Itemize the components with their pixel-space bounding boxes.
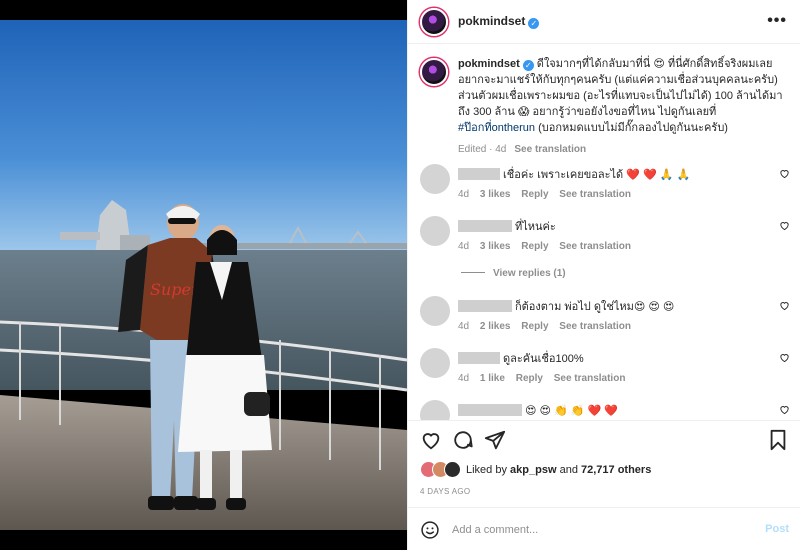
commenter-username-redacted[interactable]: [458, 352, 500, 364]
comment-bubble-icon[interactable]: [452, 429, 474, 451]
liker-avatar[interactable]: [444, 461, 461, 478]
commenter-username-redacted[interactable]: [458, 168, 500, 180]
commenter-username-redacted[interactable]: [458, 300, 512, 312]
commenter-avatar[interactable]: [420, 400, 450, 420]
caption-line-2: อยากจะมาแชร์ให้กับทุกๆคนครับ (แต่แค่ความ…: [458, 74, 778, 86]
likes-prefix: Liked by: [466, 464, 507, 476]
commenter-avatar[interactable]: [420, 216, 450, 246]
comment-text: ดูละคันเชื่อ100%: [503, 353, 584, 365]
verified-badge-icon: ✓: [522, 60, 534, 71]
caption-hashtag-link[interactable]: #ป๊อกที่ontherun: [458, 122, 535, 134]
caption-username[interactable]: pokmindset: [458, 58, 520, 70]
comment-see-translation-link[interactable]: See translation: [559, 241, 631, 252]
emoji-smiley-icon[interactable]: [420, 520, 440, 540]
comment-see-translation-link[interactable]: See translation: [559, 189, 631, 200]
comment-reply-button[interactable]: Reply: [521, 321, 548, 332]
comment-age: 4d: [458, 189, 470, 200]
commenter-username-redacted[interactable]: [458, 404, 522, 416]
commenter-avatar[interactable]: [420, 348, 450, 378]
comment-age: 4d: [458, 321, 470, 332]
verified-badge-icon: ✓: [528, 18, 540, 29]
add-comment-bar: Post: [408, 507, 800, 550]
author-username-wrap[interactable]: pokmindset ✓: [458, 14, 540, 29]
commenter-username-redacted[interactable]: [458, 220, 512, 232]
add-comment-input[interactable]: [452, 519, 752, 541]
svg-text:Super: Super: [150, 280, 200, 299]
caption-see-translation-link[interactable]: See translation: [514, 144, 586, 155]
likes-others-link[interactable]: 72,717 others: [581, 464, 651, 476]
more-options-button[interactable]: •••: [767, 12, 787, 30]
comment-text: ก็ต้องตาม พ่อไป ดูใช่ไหม😍 😍 😍: [515, 301, 675, 313]
comment-likes-link[interactable]: 3 likes: [480, 189, 511, 200]
comment-likes-link[interactable]: 3 likes: [480, 241, 511, 252]
post-comment-button[interactable]: Post: [765, 523, 789, 535]
comment-like-heart-icon[interactable]: [779, 404, 790, 415]
comment-body: ดูละคันเชื่อ100% 4d 1 like Reply See tra…: [458, 352, 758, 386]
comment-reply-button[interactable]: Reply: [521, 241, 548, 252]
comments-scroll-area[interactable]: pokmindset ✓ ดีใจมากๆที่ได้กลับมาที่นี่ 😍…: [408, 44, 800, 420]
comment-likes-link[interactable]: 1 like: [480, 373, 505, 384]
comment-age: 4d: [458, 241, 470, 252]
caption-line-4: ถึง 300 ล้าน 😱 อยากรู้ว่าขอยังไงขอที่ไหน…: [458, 106, 717, 118]
comment-like-heart-icon[interactable]: [779, 352, 790, 363]
comment-body: 😍 😍 👏 👏 ❤️ ❤️: [458, 404, 758, 418]
comment-likes-link[interactable]: 2 likes: [480, 321, 511, 332]
comment-age: 4d: [458, 373, 470, 384]
comment-reply-button[interactable]: Reply: [516, 373, 543, 384]
caption-body: pokmindset ✓ ดีใจมากๆที่ได้กลับมาที่นี่ 😍…: [458, 56, 783, 158]
post-actions-bar: [408, 420, 800, 456]
comment-see-translation-link[interactable]: See translation: [554, 373, 626, 384]
likes-and: and: [559, 464, 578, 476]
view-replies-divider: [461, 272, 485, 273]
comment-like-heart-icon[interactable]: [779, 168, 790, 179]
comment-body: เชื่อค่ะ เพราะเคยขอละได้ ❤️ ❤️ 🙏 🙏 4d 3 …: [458, 168, 758, 202]
commenter-avatar[interactable]: [420, 296, 450, 326]
comment-see-translation-link[interactable]: See translation: [559, 321, 631, 332]
commenter-avatar[interactable]: [420, 164, 450, 194]
share-send-icon[interactable]: [484, 429, 506, 451]
author-username[interactable]: pokmindset: [458, 14, 525, 28]
caption-edited-time: Edited · 4d: [458, 144, 507, 155]
comment-body: ก็ต้องตาม พ่อไป ดูใช่ไหม😍 😍 😍 4d 2 likes…: [458, 300, 758, 334]
likes-user-link[interactable]: akp_psw: [510, 464, 556, 476]
likes-summary: Liked by akp_psw and 72,717 others: [420, 460, 790, 480]
post-header: pokmindset ✓ •••: [408, 0, 800, 44]
save-bookmark-icon[interactable]: [767, 429, 789, 451]
caption-line-3: ส่วนตัวผมเชื่อเพราะผมขอ (อะไรที่แทบจะเป็…: [458, 90, 783, 102]
comment-meta: 4d 3 likes Reply See translation: [458, 188, 758, 202]
like-heart-icon[interactable]: [420, 429, 442, 451]
comment-text: 😍 😍 👏 👏 ❤️ ❤️: [525, 405, 619, 417]
comment-like-heart-icon[interactable]: [779, 300, 790, 311]
post-timestamp[interactable]: 4 DAYS AGO: [420, 487, 470, 496]
comment-text: ที่ไหนค่ะ: [515, 221, 556, 233]
view-replies-label[interactable]: View replies (1): [493, 268, 566, 279]
comment-reply-button[interactable]: Reply: [521, 189, 548, 200]
caption-line-5: (บอกหมดแบบไม่มีกั๊กลองไปดูกันนะครับ): [538, 122, 728, 134]
comment-body: ที่ไหนค่ะ 4d 3 likes Reply See translati…: [458, 220, 758, 254]
caption-author-avatar[interactable]: [420, 58, 448, 86]
caption-line-1: ดีใจมากๆที่ได้กลับมาที่นี่ 😍 ที่นี่ศักดิ…: [536, 58, 773, 70]
caption-meta: Edited · 4d See translation: [458, 142, 783, 158]
comment-meta: 4d 3 likes Reply See translation: [458, 240, 758, 254]
likes-text: Liked by akp_psw and 72,717 others: [466, 464, 651, 476]
comment-text: เชื่อค่ะ เพราะเคยขอละได้ ❤️ ❤️ 🙏 🙏: [503, 169, 691, 181]
post-photo[interactable]: Super: [0, 0, 407, 550]
author-avatar[interactable]: [420, 8, 448, 36]
comment-meta: 4d 1 like Reply See translation: [458, 372, 758, 386]
comment-like-heart-icon[interactable]: [779, 220, 790, 231]
comment-meta: 4d 2 likes Reply See translation: [458, 320, 758, 334]
view-replies-button[interactable]: View replies (1): [461, 268, 566, 279]
post-photo-scene: Super: [0, 20, 407, 530]
post-detail-panel: pokmindset ✓ ••• pokmindset ✓ ดีใจมากๆที่ไ…: [407, 0, 800, 550]
